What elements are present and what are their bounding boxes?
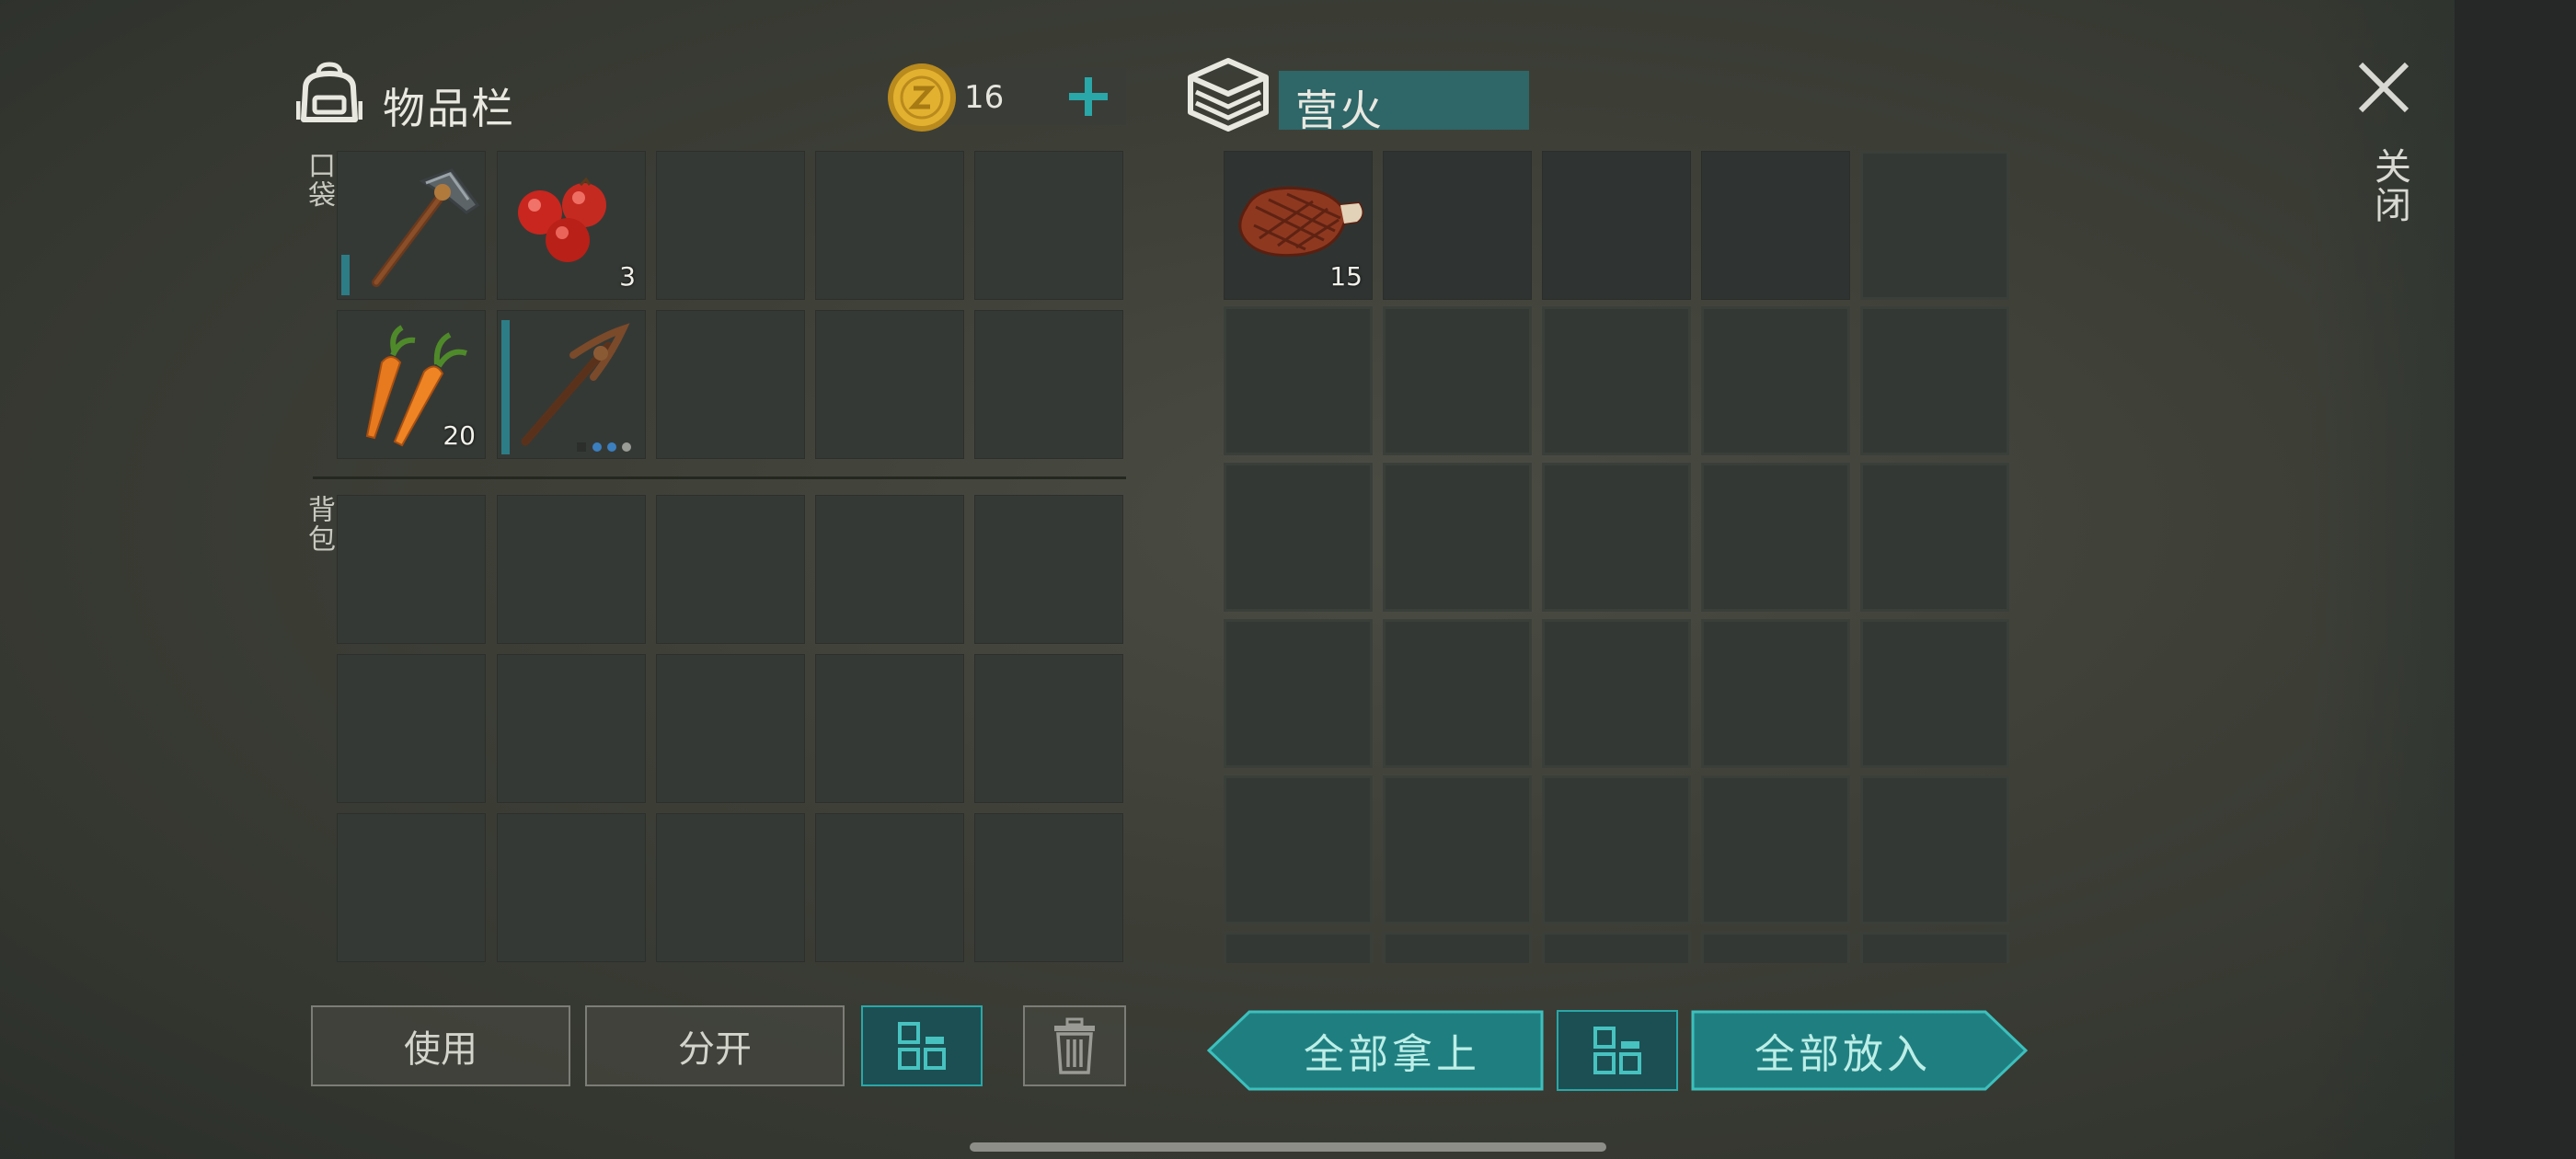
pocket-label: 口袋 — [303, 151, 335, 210]
container-slot[interactable] — [1383, 619, 1532, 768]
container-slot[interactable] — [1860, 932, 2009, 963]
put-all-label: 全部放入 — [1754, 1031, 1931, 1078]
backpack-slot[interactable] — [815, 654, 964, 803]
container-slot[interactable] — [1383, 151, 1532, 300]
container-slot[interactable] — [1701, 619, 1850, 768]
backpack-slot[interactable] — [497, 654, 646, 803]
backpack-slot[interactable] — [497, 813, 646, 962]
container-slot[interactable] — [1542, 619, 1691, 768]
backpack-icon — [295, 61, 363, 125]
right-edge-strip — [2455, 0, 2576, 1159]
item-count: 3 — [619, 261, 636, 292]
take-all-label: 全部拿上 — [1304, 1031, 1480, 1078]
backpack-slot[interactable] — [974, 495, 1123, 644]
backpack-label: 背包 — [303, 495, 335, 554]
grid-sort-icon — [898, 1022, 946, 1070]
plus-icon — [1069, 77, 1108, 116]
pocket-slot[interactable] — [337, 151, 486, 300]
container-slot[interactable] — [1542, 775, 1691, 924]
steak-item-icon — [1238, 186, 1363, 258]
sort-inventory-button[interactable] — [861, 1005, 983, 1086]
container-slot[interactable] — [1701, 463, 1850, 612]
container-slot[interactable]: 15 — [1224, 151, 1373, 300]
pocket-slot[interactable] — [815, 310, 964, 459]
pocket-slot[interactable] — [656, 310, 805, 459]
home-indicator — [970, 1142, 1606, 1152]
trash-icon — [1054, 1017, 1095, 1074]
item-count: 15 — [1329, 261, 1363, 292]
container-slot[interactable] — [1383, 775, 1532, 924]
close-label: 关闭 — [2368, 147, 2410, 224]
backpack-slot[interactable] — [337, 813, 486, 962]
coin-count: 16 — [964, 79, 1005, 116]
split-button[interactable]: 分开 — [585, 1005, 845, 1086]
container-slot[interactable] — [1701, 151, 1850, 300]
put-all-button[interactable]: 全部放入 — [1691, 1010, 2028, 1091]
backpack-slot[interactable] — [497, 495, 646, 644]
backpack-slot[interactable] — [974, 813, 1123, 962]
coin-icon — [885, 61, 959, 134]
use-button[interactable]: 使用 — [311, 1005, 570, 1086]
container-slot[interactable] — [1224, 932, 1373, 963]
backpack-slot[interactable] — [337, 654, 486, 803]
pocket-slot[interactable]: 3 — [497, 151, 646, 300]
grid-sort-icon — [1593, 1027, 1641, 1074]
container-slot[interactable] — [1860, 306, 2009, 455]
quality-dots — [577, 440, 641, 453]
trash-button[interactable] — [1023, 1005, 1126, 1086]
container-slot[interactable] — [1542, 306, 1691, 455]
close-button[interactable] — [2353, 57, 2414, 118]
add-coins-button[interactable] — [1065, 74, 1111, 120]
durability-bar — [501, 320, 510, 454]
backpack-slot[interactable] — [815, 813, 964, 962]
container-slot[interactable] — [1860, 463, 2009, 612]
container-slot[interactable] — [1224, 775, 1373, 924]
container-slot[interactable] — [1860, 775, 2009, 924]
take-all-button[interactable]: 全部拿上 — [1207, 1010, 1544, 1091]
pocket-slot[interactable] — [974, 151, 1123, 300]
section-divider — [313, 476, 1126, 479]
container-slot[interactable] — [1701, 306, 1850, 455]
container-slot[interactable] — [1542, 932, 1691, 963]
container-slot[interactable] — [1224, 463, 1373, 612]
container-slot[interactable] — [1383, 463, 1532, 612]
container-slot[interactable] — [1860, 151, 2009, 300]
inventory-title: 物品栏 — [383, 84, 515, 133]
container-slot[interactable] — [1224, 619, 1373, 768]
container-slot[interactable] — [1542, 463, 1691, 612]
container-slot[interactable] — [1383, 932, 1532, 963]
pickaxe-item-icon — [521, 323, 630, 446]
container-slot[interactable] — [1542, 151, 1691, 300]
durability-bar — [341, 255, 350, 295]
container-slot[interactable] — [1383, 306, 1532, 455]
container-slot[interactable] — [1701, 932, 1850, 963]
hammer-item-icon — [372, 168, 479, 287]
backpack-slot[interactable] — [974, 654, 1123, 803]
item-count: 20 — [443, 420, 476, 451]
backpack-slot[interactable] — [656, 495, 805, 644]
container-slot[interactable] — [1701, 775, 1850, 924]
container-slot[interactable] — [1224, 306, 1373, 455]
backpack-slot[interactable] — [656, 654, 805, 803]
backpack-slot[interactable] — [656, 813, 805, 962]
backpack-slot[interactable] — [337, 495, 486, 644]
pocket-slot[interactable] — [815, 151, 964, 300]
container-box-icon — [1185, 55, 1271, 134]
container-slot[interactable] — [1860, 619, 2009, 768]
pocket-slot[interactable]: 20 — [337, 310, 486, 459]
berries-item-icon — [518, 177, 606, 262]
sort-container-button[interactable] — [1557, 1010, 1678, 1091]
close-icon — [2358, 62, 2409, 113]
backpack-slot[interactable] — [815, 495, 964, 644]
pocket-slot[interactable] — [497, 310, 646, 459]
container-title: 营火 — [1295, 86, 1384, 135]
pocket-slot[interactable] — [656, 151, 805, 300]
pocket-slot[interactable] — [974, 310, 1123, 459]
